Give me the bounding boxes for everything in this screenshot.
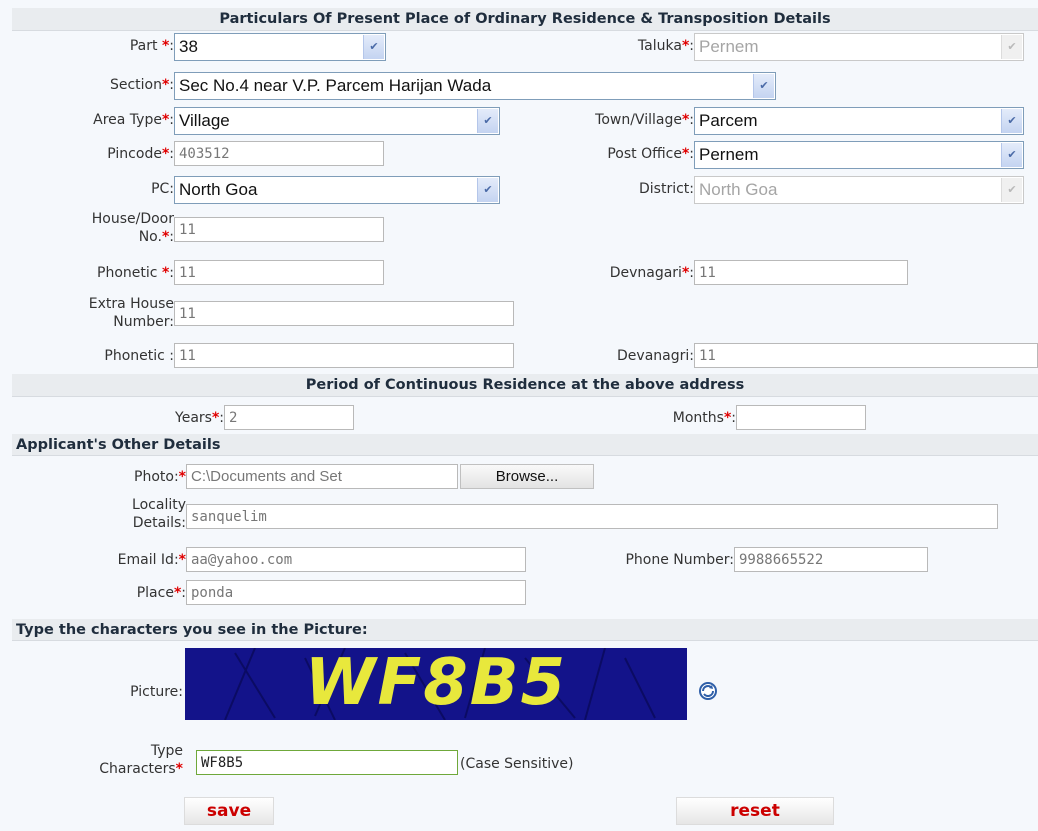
section-header-residence: Particulars Of Present Place of Ordinary… [12, 8, 1038, 31]
photo-label: Photo:* [134, 469, 186, 485]
pincode-field[interactable]: 403512 [174, 141, 384, 166]
town-village-label: Town/Village*: [595, 112, 694, 128]
reset-button[interactable]: reset [676, 797, 834, 825]
phonetic-2-label: Phonetic : [104, 348, 174, 364]
save-button[interactable]: save [184, 797, 274, 825]
devnagari-label: Devnagari*: [609, 265, 694, 281]
chevron-down-icon[interactable]: ✔ [1001, 109, 1022, 133]
house-no-field[interactable]: 11 [174, 217, 384, 242]
case-sensitive-note: (Case Sensitive) [460, 756, 574, 772]
section-label: Section*: [109, 77, 174, 93]
phone-label: Phone Number: [625, 552, 734, 568]
town-village-select[interactable]: Parcem ✔ [694, 107, 1024, 135]
district-label: District: [638, 181, 694, 197]
chevron-down-icon[interactable]: ✔ [753, 74, 774, 98]
photo-file-field[interactable]: C:\Documents and Set [186, 464, 458, 489]
area-type-label: Area Type*: [93, 112, 174, 128]
months-field[interactable] [736, 405, 866, 430]
chevron-down-icon[interactable]: ✔ [477, 109, 498, 133]
chevron-down-icon[interactable]: ✔ [363, 35, 384, 59]
type-characters-label: Type Characters* [99, 743, 183, 777]
years-field[interactable]: 2 [224, 405, 354, 430]
refresh-icon[interactable] [696, 681, 720, 701]
area-type-select[interactable]: Village ✔ [174, 107, 500, 135]
section-header-other-details: Applicant's Other Details [12, 434, 1038, 456]
taluka-select[interactable]: Pernem ✔ [694, 33, 1024, 61]
captcha-image: WF8B5 [185, 648, 687, 720]
chevron-down-icon: ✔ [1001, 35, 1022, 59]
devnagari-field[interactable]: 11 [694, 260, 908, 285]
captcha-text: WF8B5 [304, 648, 568, 720]
district-select[interactable]: North Goa ✔ [694, 176, 1024, 204]
pc-select[interactable]: North Goa ✔ [174, 176, 500, 204]
chevron-down-icon: ✔ [1001, 178, 1022, 202]
extra-house-label: Extra House Number: [88, 296, 174, 330]
part-label: Part *: [129, 38, 174, 54]
pc-label: PC: [151, 181, 174, 197]
devanagri-field[interactable]: 11 [694, 343, 1038, 368]
part-select[interactable]: 38 ✔ [174, 33, 386, 61]
house-door-label: House/Door No.*: [91, 211, 174, 245]
captcha-input[interactable]: WF8B5 [196, 750, 458, 775]
months-label: Months*: [672, 410, 736, 426]
years-label: Years*: [175, 410, 224, 426]
post-office-select[interactable]: Pernem ✔ [694, 141, 1024, 169]
phonetic-field[interactable]: 11 [174, 260, 384, 285]
phonetic-label: Phonetic *: [97, 265, 174, 281]
picture-label: Picture: [130, 684, 183, 700]
section-header-captcha: Type the characters you see in the Pictu… [12, 619, 1038, 641]
browse-button[interactable]: Browse... [460, 464, 594, 489]
section-header-period: Period of Continuous Residence at the ab… [12, 374, 1038, 397]
email-field[interactable]: aa@yahoo.com [186, 547, 526, 572]
phonetic-2-field[interactable]: 11 [174, 343, 514, 368]
pincode-label: Pincode*: [107, 146, 174, 162]
locality-label: Locality Details: [132, 497, 186, 531]
phone-field[interactable]: 9988665522 [734, 547, 928, 572]
chevron-down-icon[interactable]: ✔ [477, 178, 498, 202]
taluka-label: Taluka*: [637, 38, 694, 54]
locality-field[interactable]: sanquelim [186, 504, 998, 529]
post-office-label: Post Office*: [607, 146, 694, 162]
extra-house-field[interactable]: 11 [174, 301, 514, 326]
chevron-down-icon[interactable]: ✔ [1001, 143, 1022, 167]
place-label: Place*: [136, 585, 186, 601]
devanagri-label: Devanagri: [617, 348, 694, 364]
section-select[interactable]: Sec No.4 near V.P. Parcem Harijan Wada ✔ [174, 72, 776, 100]
email-label: Email Id:* [117, 552, 186, 568]
place-field[interactable]: ponda [186, 580, 526, 605]
